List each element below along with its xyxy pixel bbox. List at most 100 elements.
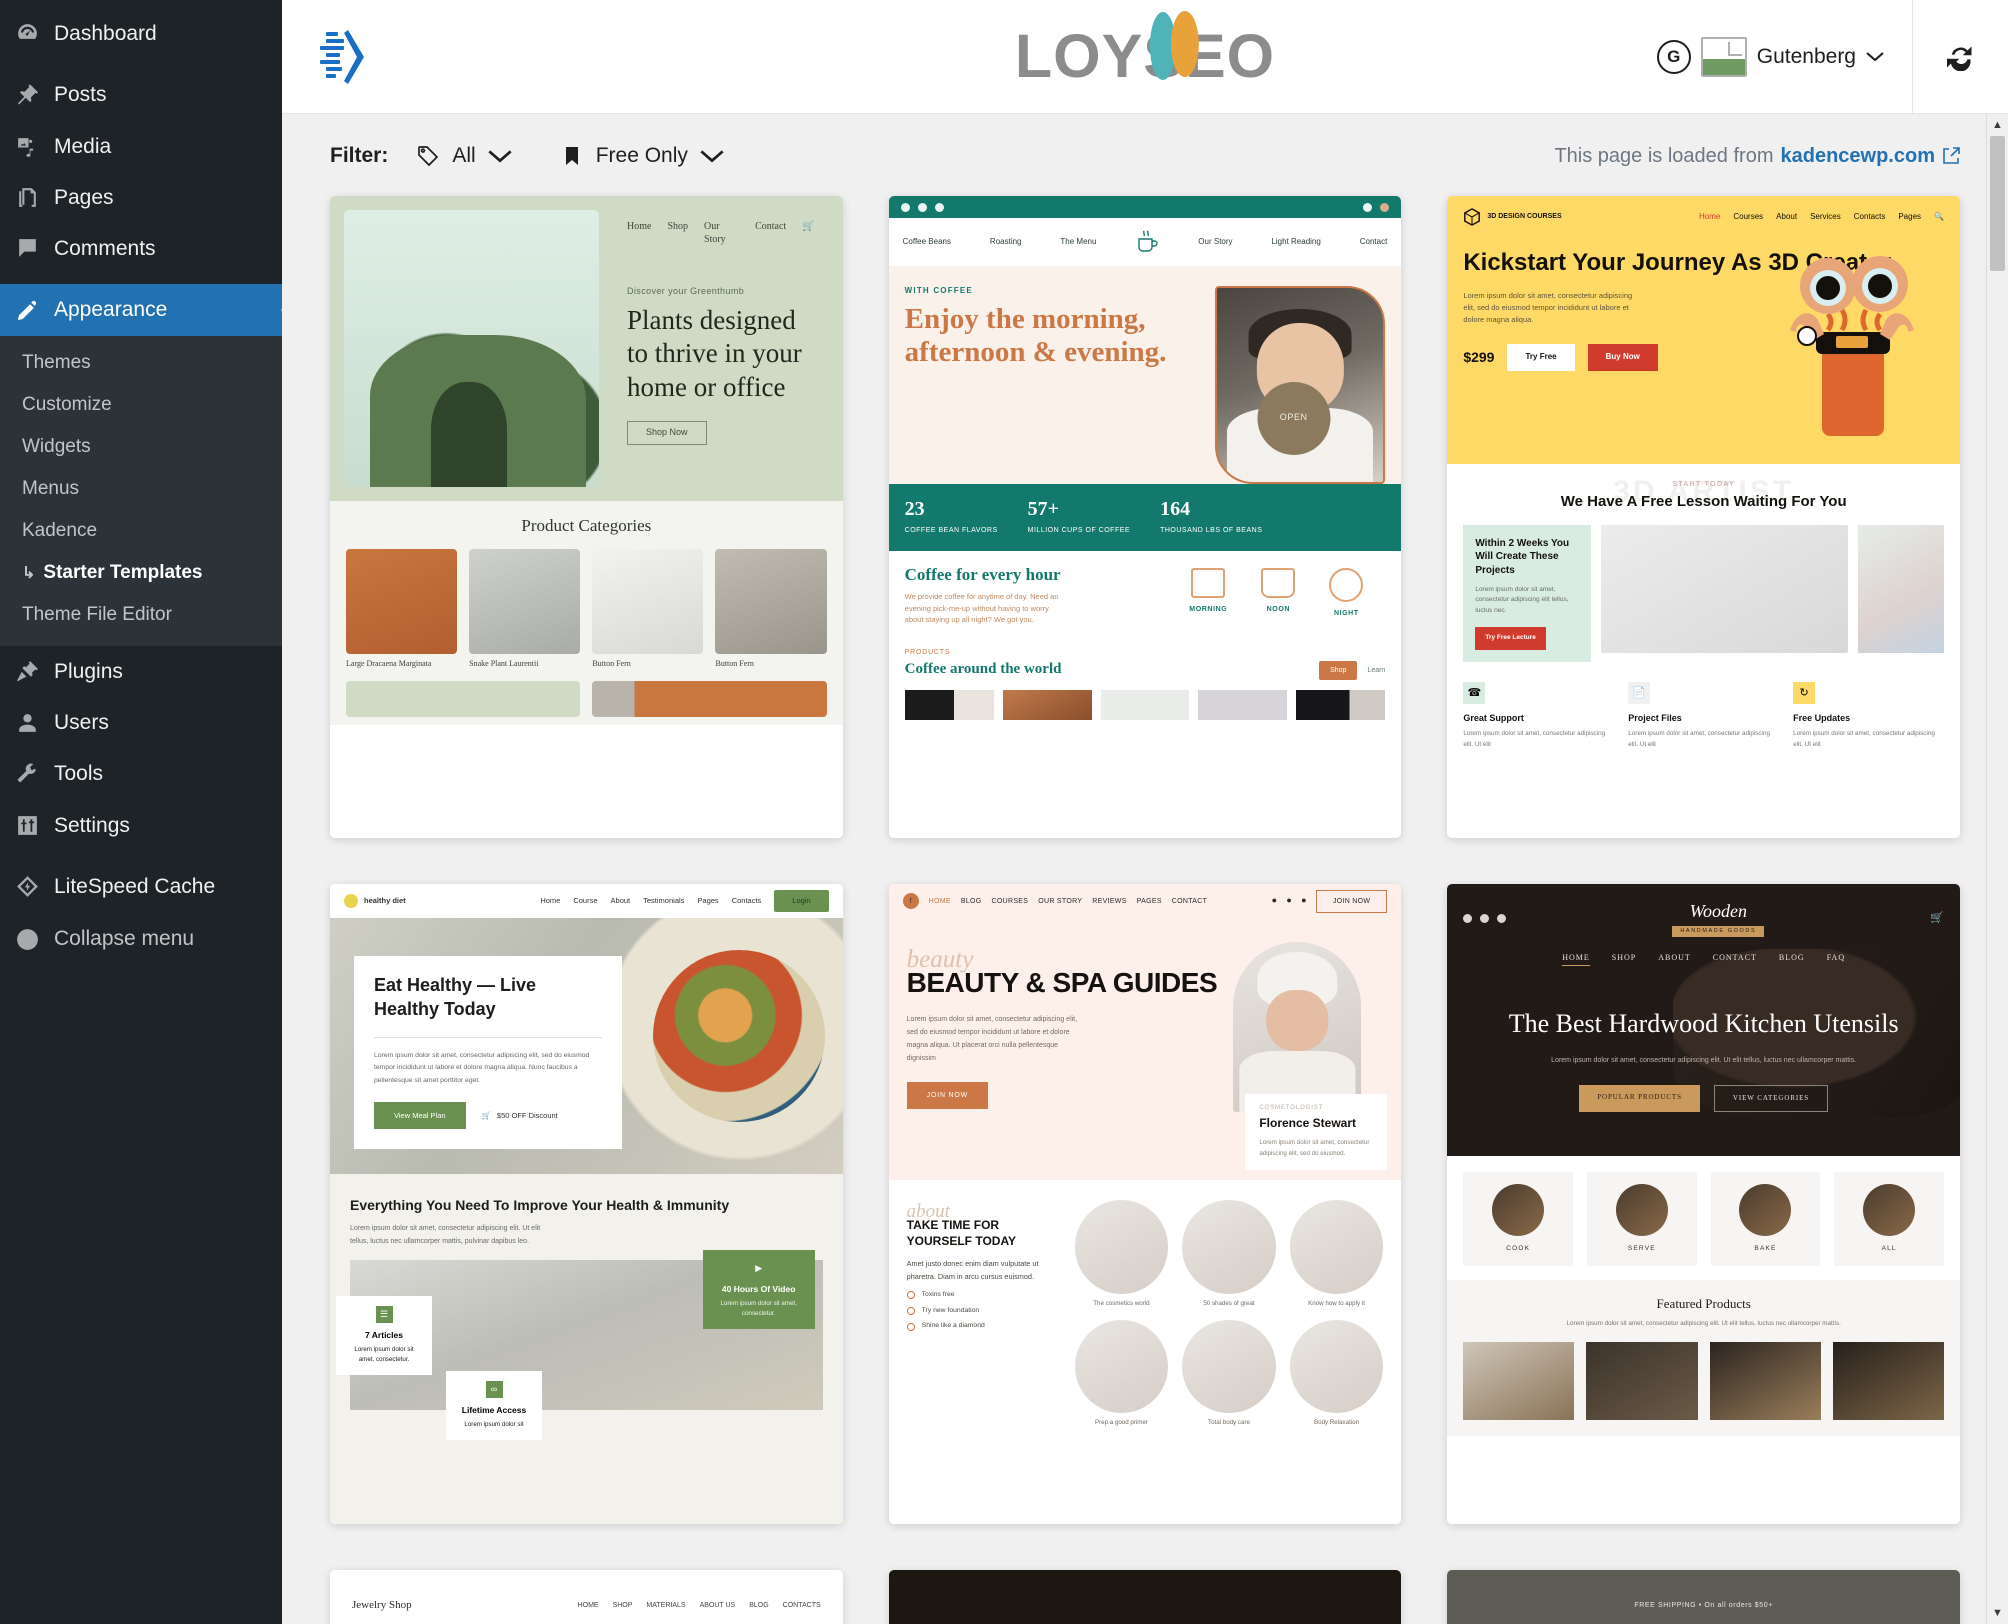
template-card[interactable]: FREE SHIPPING • On all orders $50+ — [1447, 1570, 1960, 1624]
sidebar-item-dashboard[interactable]: Dashboard — [0, 8, 282, 59]
gallery-image — [1074, 1319, 1169, 1414]
sidebar-item-posts[interactable]: Posts — [0, 69, 282, 120]
refresh-button[interactable] — [1912, 0, 2008, 113]
price-filter-value: Free Only — [595, 144, 688, 167]
template-card[interactable]: Coffee Beans Roasting The Menu Our Story… — [888, 196, 1402, 839]
card-text: Lorem ipsum dolor sit amet, consectetur. — [720, 1300, 797, 1317]
feature-title: Free Updates — [1793, 712, 1851, 723]
features-section: Everything You Need To Improve Your Heal… — [330, 1174, 843, 1525]
template-card[interactable]: healthy diet Home Course About Testimoni… — [330, 884, 843, 1525]
nav-item: BLOG — [749, 1601, 769, 1609]
nav-item: Contacts — [731, 896, 762, 906]
sidebar-item-comments[interactable]: Comments — [0, 223, 282, 274]
stat-number: 164 — [1160, 498, 1191, 520]
topbar — [888, 196, 1402, 218]
bullet-icon — [906, 1306, 915, 1315]
sidebar-item-media[interactable]: Media — [0, 121, 282, 172]
kadencewp-link[interactable]: kadencewp.com — [1780, 145, 1935, 168]
category-item: BAKE — [1710, 1172, 1821, 1266]
lesson-section: 3D ARTIST START TODAY We Have A Free Les… — [1447, 464, 1960, 751]
hero: beauty BEAUTY & SPA GUIDES Lorem ipsum d… — [888, 918, 1402, 1181]
sidebar-item-label: LiteSpeed Cache — [54, 874, 216, 898]
submenu-item-widgets[interactable]: Widgets — [0, 426, 282, 468]
template-card[interactable]: Jewelry Shop HOME SHOP MATERIALS ABOUT U… — [330, 1570, 843, 1624]
nav-item: Course — [573, 896, 598, 906]
stats-bar: 23 COFFEE BEAN FLAVORS 57+ MILLION CUPS … — [888, 484, 1402, 551]
scroll-down-arrow[interactable]: ▼ — [1987, 1602, 2008, 1624]
feature-text: Lorem ipsum dolor sit amet, consectetur … — [1793, 730, 1935, 748]
filter-label: Filter: — [330, 144, 389, 167]
projects-panel: Within 2 Weeks You Will Create These Pro… — [1463, 524, 1592, 662]
template-preview: 3D DESIGN COURSES Home Courses About Ser… — [1447, 196, 1960, 839]
nav-item: About — [610, 896, 631, 906]
category-label: ALL — [1881, 1245, 1897, 1253]
instagram-icon — [934, 202, 944, 212]
loaded-from-prefix: This page is loaded from — [1554, 144, 1774, 167]
sidebar-item-pages[interactable]: Pages — [0, 172, 282, 223]
scrollbar-thumb[interactable] — [1990, 136, 2005, 271]
discount-note: 🛒 $50 OFF Discount — [482, 1111, 558, 1121]
sidebar-item-label: Settings — [54, 813, 130, 837]
template-card[interactable]: Wooden HANDMADE GOODS 🛒 HOME SHOP ABOUT … — [1447, 884, 1960, 1525]
featured-image — [1832, 1342, 1944, 1421]
nav-item: Home — [627, 221, 652, 232]
site-nav: HOME SHOP MATERIALS ABOUT US BLOG CONTAC… — [578, 1602, 821, 1609]
project-image — [1858, 524, 1944, 653]
feature-card: ▶ 40 Hours Of Video Lorem ipsum dolor si… — [702, 1249, 815, 1329]
hero-image — [1233, 942, 1362, 1113]
featured-image — [1709, 1342, 1821, 1421]
twitter-icon — [1480, 913, 1490, 923]
sidebar-item-settings[interactable]: Settings — [0, 800, 282, 851]
feature-title: Project Files — [1628, 712, 1682, 723]
collapse-menu-button[interactable]: Collapse menu — [0, 912, 282, 966]
hours-section: Coffee for every hour We provide coffee … — [888, 550, 1402, 720]
sidebar-item-plugins[interactable]: Plugins — [0, 646, 282, 697]
cart-area — [1363, 202, 1390, 212]
menu-separator — [0, 274, 282, 284]
nav-item: PAGES — [1136, 897, 1162, 905]
nav-item: OUR STORY — [1038, 897, 1083, 905]
template-card[interactable] — [888, 1570, 1402, 1624]
template-card[interactable]: Greenthumb. Home Shop Our Story Contact … — [330, 196, 843, 839]
template-card[interactable]: f HOME BLOG COURSES OUR STORY REVIEWS PA… — [888, 884, 1402, 1525]
page-scrollbar[interactable]: ▲ ▼ — [1986, 114, 2008, 1624]
submenu-item-themes[interactable]: Themes — [0, 342, 282, 384]
editor-switch-button[interactable]: G Gutenberg — [1629, 0, 1912, 113]
project-image — [1601, 524, 1848, 653]
site-nav: healthy diet Home Course About Testimoni… — [330, 884, 843, 919]
nav-item: Light Reading — [1271, 236, 1321, 246]
submenu-item-menus[interactable]: Menus — [0, 468, 282, 510]
submenu-item-theme-file-editor[interactable]: Theme File Editor — [0, 594, 282, 636]
bullet-item: Try new foundation — [906, 1306, 1059, 1316]
shipping-banner-text: FREE SHIPPING • On all orders $50+ — [1634, 1601, 1773, 1609]
submenu-item-customize[interactable]: Customize — [0, 384, 282, 426]
price-filter-dropdown[interactable]: Free Only — [560, 144, 724, 168]
appearance-submenu: Themes Customize Widgets Menus Kadence ↳… — [0, 335, 282, 646]
brand-subtitle: HANDMADE GOODS — [1672, 925, 1765, 937]
category-filter-value: All — [452, 144, 476, 167]
facebook-icon — [1463, 913, 1473, 923]
template-card[interactable]: 3D DESIGN COURSES Home Courses About Ser… — [1447, 196, 1960, 839]
twitter-icon — [917, 202, 927, 212]
templates-scroll-area[interactable]: Greenthumb. Home Shop Our Story Contact … — [282, 186, 2008, 1624]
gallery-image — [1182, 1200, 1276, 1294]
editor-switch-label: Gutenberg — [1756, 44, 1856, 68]
collapse-arrow-icon — [14, 926, 40, 952]
brush-icon — [14, 297, 40, 323]
scroll-up-arrow[interactable]: ▲ — [1987, 114, 2008, 136]
sidebar-item-litespeed-cache[interactable]: LiteSpeed Cache — [0, 861, 282, 912]
sidebar-item-tools[interactable]: Tools — [0, 748, 282, 799]
site-brand: 3D DESIGN COURSES — [1463, 208, 1562, 226]
gallery-image — [1289, 1319, 1384, 1414]
category-filter-dropdown[interactable]: All — [416, 144, 512, 168]
submenu-item-starter-templates[interactable]: ↳ Starter Templates — [0, 552, 282, 594]
template-preview: Coffee Beans Roasting The Menu Our Story… — [888, 196, 1402, 839]
product-image — [346, 549, 458, 655]
submenu-item-kadence[interactable]: Kadence — [0, 510, 282, 552]
nav-item: Home — [1699, 211, 1721, 221]
sidebar-item-appearance[interactable]: Appearance — [0, 284, 282, 336]
sidebar-item-users[interactable]: Users — [0, 697, 282, 748]
hero-image: OPEN — [1215, 286, 1386, 484]
section-eyebrow: START TODAY — [1672, 481, 1736, 488]
refresh-icon — [1946, 46, 1971, 71]
